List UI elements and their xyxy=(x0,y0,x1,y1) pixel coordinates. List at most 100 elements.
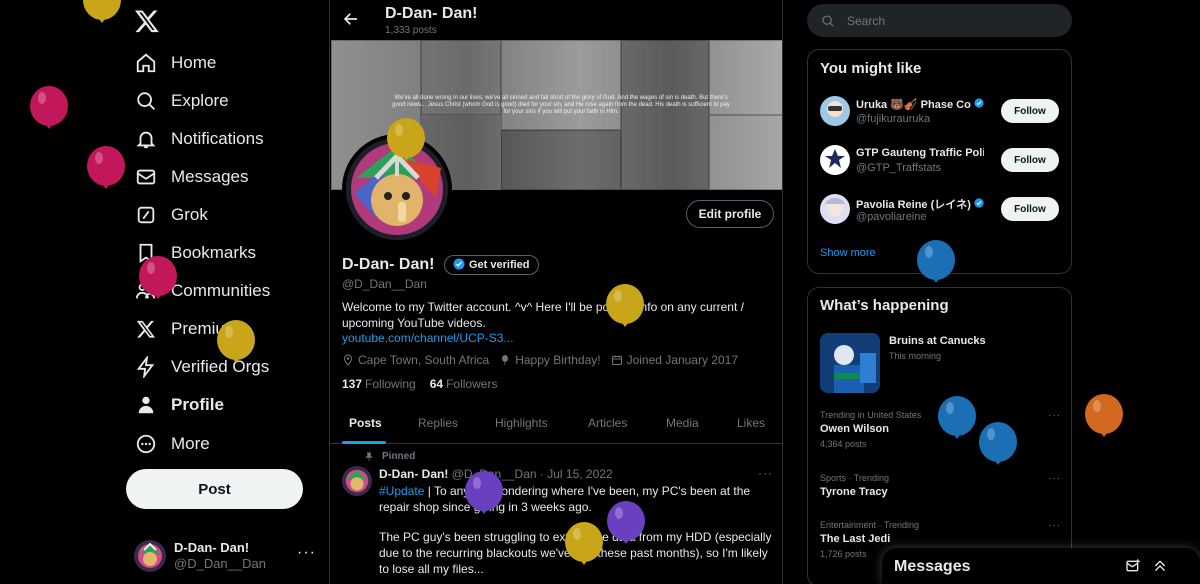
back-arrow-icon[interactable] xyxy=(342,10,360,28)
tab-media[interactable]: Media xyxy=(666,416,699,430)
post-button[interactable]: Post xyxy=(126,469,303,509)
balloon-icon xyxy=(386,118,426,166)
search-icon xyxy=(822,14,834,27)
messages-drawer[interactable]: Messages xyxy=(882,548,1200,584)
joined-text: Joined January 2017 xyxy=(626,353,739,367)
nav-notifications[interactable]: Notifications xyxy=(134,124,264,154)
tab-articles[interactable]: Articles xyxy=(588,416,627,430)
follow-button[interactable]: Follow xyxy=(1001,148,1059,172)
trend-item[interactable]: Sports · Trending Tyrone Tracy ··· xyxy=(820,473,1065,498)
balloon-icon xyxy=(29,86,69,134)
tab-replies[interactable]: Replies xyxy=(418,416,458,430)
followers-link[interactable]: 64 Followers xyxy=(430,377,498,391)
more-circle-icon xyxy=(134,432,158,456)
location-pin-icon xyxy=(343,354,353,366)
tab-likes[interactable]: Likes xyxy=(737,416,765,430)
balloon-icon xyxy=(502,355,509,365)
nav-profile[interactable]: Profile xyxy=(134,390,224,420)
balloon-icon xyxy=(606,501,646,549)
hashtag-link[interactable]: #Update xyxy=(379,484,424,498)
balloon-icon xyxy=(916,240,956,288)
balloon-icon xyxy=(138,256,178,304)
nav-explore-label: Explore xyxy=(171,91,229,110)
event-time: This morning xyxy=(889,351,942,361)
edit-profile-button[interactable]: Edit profile xyxy=(686,200,774,228)
nav-home[interactable]: Home xyxy=(134,48,216,78)
suggestion-item[interactable]: Uruka 🐻🎻 Phase Co @fujikurauruka Follow xyxy=(820,96,1065,132)
bell-icon xyxy=(134,127,158,151)
nav-profile-label: Profile xyxy=(171,395,224,414)
header-post-count: 1,333 posts xyxy=(385,25,437,36)
nav-grok[interactable]: Grok xyxy=(134,200,208,230)
tweet-more-icon[interactable]: ··· xyxy=(758,466,773,480)
banner-caption: We've all done wrong in our lives; we've… xyxy=(392,95,730,115)
verified-badge-icon xyxy=(974,198,984,208)
profile-name: D-Dan- Dan! xyxy=(342,256,435,273)
avatar xyxy=(820,145,850,175)
avatar xyxy=(820,194,850,224)
get-verified-button[interactable]: Get verified xyxy=(444,255,539,275)
nav-more[interactable]: More xyxy=(134,429,210,459)
nav-more-label: More xyxy=(171,434,210,453)
balloon-icon xyxy=(605,284,645,332)
nav-explore[interactable]: Explore xyxy=(134,86,229,116)
verified-badge-icon xyxy=(974,98,984,108)
nav-grok-label: Grok xyxy=(171,205,208,224)
get-verified-label: Get verified xyxy=(469,259,530,271)
balloon-icon xyxy=(978,422,1018,470)
tweet-avatar[interactable] xyxy=(342,466,372,496)
suggestion-handle: @fujikurauruka xyxy=(856,113,931,125)
account-more-icon[interactable]: ··· xyxy=(297,544,316,562)
suggestion-handle: @pavoliareine xyxy=(856,211,927,223)
account-handle: @D_Dan__Dan xyxy=(174,556,266,571)
account-switcher[interactable]: D-Dan- Dan! @D_Dan__Dan ··· xyxy=(134,536,324,576)
follow-button[interactable]: Follow xyxy=(1001,99,1059,123)
suggestion-name: Pavolia Reine (レイネ) xyxy=(856,196,984,212)
suggestion-item[interactable]: GTP Gauteng Traffic Polic @GTP_Traffstat… xyxy=(820,145,1065,181)
account-name: D-Dan- Dan! xyxy=(174,540,250,555)
suggestion-handle: @GTP_Traffstats xyxy=(856,162,942,174)
tweet-author-name[interactable]: D-Dan- Dan! xyxy=(379,467,448,481)
suggestion-item[interactable]: Pavolia Reine (レイネ) @pavoliareine Follow xyxy=(820,194,1065,230)
profile-column: D-Dan- Dan! 1,333 posts We've all done w… xyxy=(329,0,783,584)
tab-posts[interactable]: Posts xyxy=(349,416,382,430)
grok-icon xyxy=(134,203,158,227)
messages-drawer-title: Messages xyxy=(894,558,971,575)
birthday-text: Happy Birthday! xyxy=(515,353,601,367)
profile-handle: @D_Dan__Dan xyxy=(342,277,427,291)
joined-item: Joined January 2017 xyxy=(611,353,738,367)
trend-more-icon[interactable]: ··· xyxy=(1048,473,1061,484)
balloon-icon xyxy=(937,396,977,444)
avatar xyxy=(134,540,166,572)
search-input[interactable] xyxy=(847,13,1047,28)
follow-button[interactable]: Follow xyxy=(1001,197,1059,221)
active-tab-indicator xyxy=(342,441,386,444)
nav-communities-label: Communities xyxy=(171,281,271,300)
person-icon xyxy=(134,393,158,417)
following-link[interactable]: 137 Following xyxy=(342,377,416,391)
event-title[interactable]: Bruins at Canucks xyxy=(889,335,986,347)
profile-link[interactable]: youtube.com/channel/UCP-S3... xyxy=(342,331,513,345)
event-thumbnail[interactable] xyxy=(820,333,880,393)
tab-highlights[interactable]: Highlights xyxy=(495,416,548,430)
trend-more-icon[interactable]: ··· xyxy=(1048,410,1061,421)
nav-messages[interactable]: Messages xyxy=(134,162,248,192)
search-box[interactable] xyxy=(807,4,1072,37)
profile-bio: Welcome to my Twitter account. ^v^ Here … xyxy=(342,300,744,330)
balloon-icon xyxy=(216,320,256,368)
show-more-link[interactable]: Show more xyxy=(820,247,876,259)
profile-meta: Cape Town, South Africa Happy Birthday! … xyxy=(342,353,748,367)
new-message-icon[interactable] xyxy=(1125,558,1141,574)
location-item: Cape Town, South Africa xyxy=(342,353,489,367)
suggestion-name: Uruka 🐻🎻 Phase Co xyxy=(856,98,984,111)
search-icon xyxy=(134,89,158,113)
right-sidebar: You might like Uruka 🐻🎻 Phase Co @fujiku… xyxy=(783,0,1200,584)
profile-header-bar: D-Dan- Dan! 1,333 posts xyxy=(330,0,782,40)
trend-more-icon[interactable]: ··· xyxy=(1048,520,1061,531)
x-logo-icon[interactable] xyxy=(134,8,160,34)
nav-messages-label: Messages xyxy=(171,167,249,186)
balloon-icon xyxy=(564,522,604,570)
nav-notifications-label: Notifications xyxy=(171,129,264,148)
pinned-label: Pinned xyxy=(364,451,415,462)
expand-chevron-icon[interactable] xyxy=(1152,558,1168,574)
